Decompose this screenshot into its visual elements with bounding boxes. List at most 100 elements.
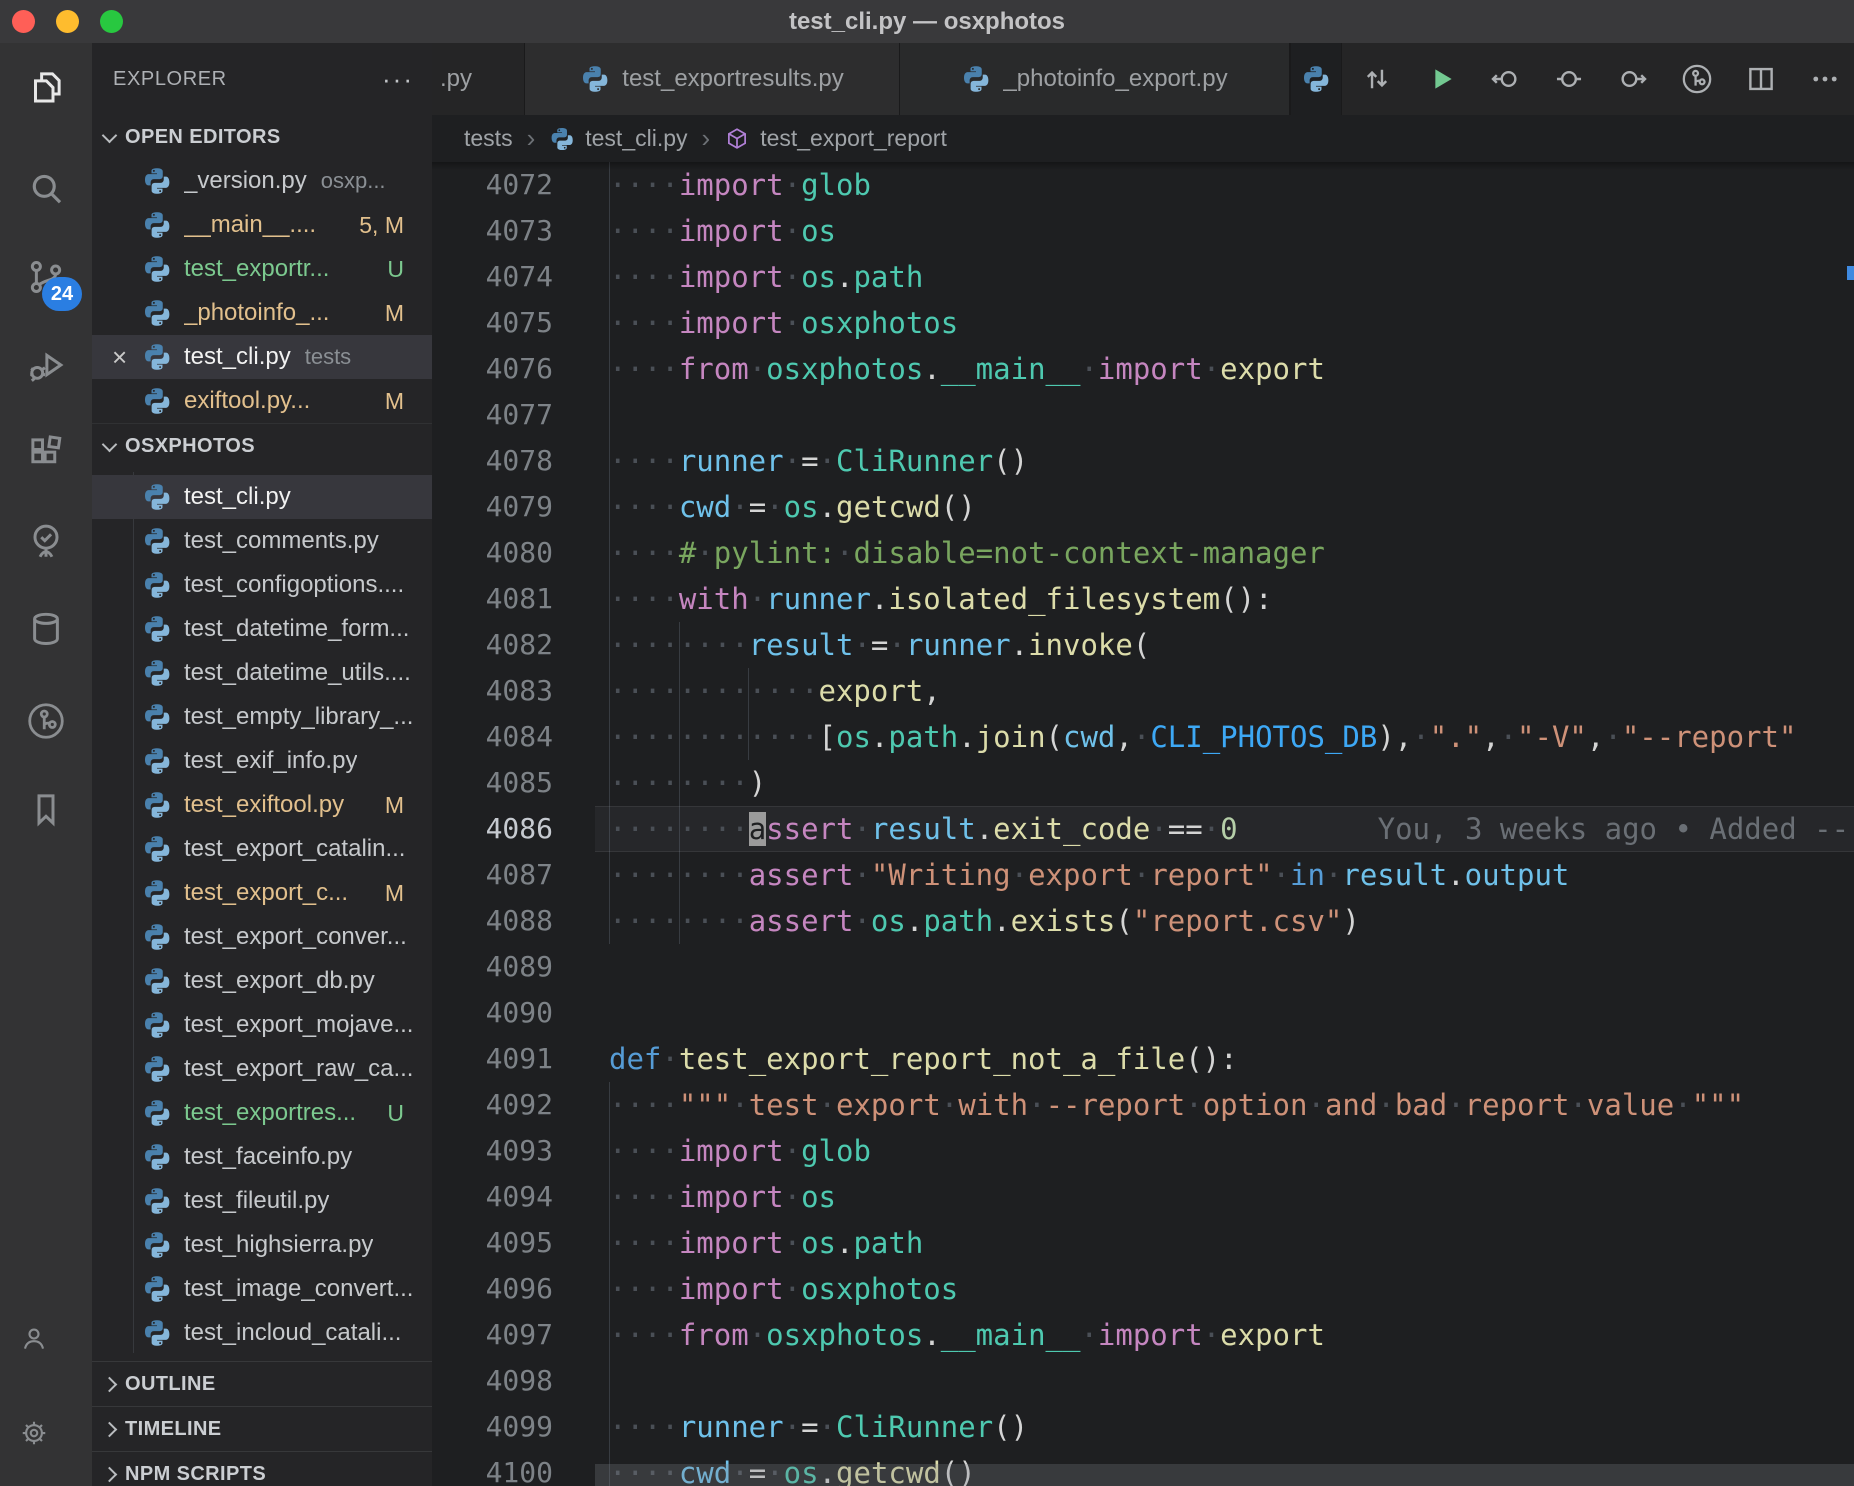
- code-line[interactable]: 4076····from·osxphotos.__main__·import·e…: [432, 346, 1854, 392]
- split-editor-icon[interactable]: [1744, 62, 1778, 96]
- code-line[interactable]: 4099····runner·=·CliRunner(): [432, 1404, 1854, 1450]
- line-number[interactable]: 4073: [432, 208, 553, 254]
- line-number[interactable]: 4099: [432, 1404, 553, 1450]
- tree-item[interactable]: test_exportres...U: [92, 1091, 432, 1135]
- tree-item[interactable]: test_export_c...M: [92, 871, 432, 915]
- code-line[interactable]: 4089: [432, 944, 1854, 990]
- line-number[interactable]: 4079: [432, 484, 553, 530]
- tree-item[interactable]: test_configoptions....: [92, 563, 432, 607]
- line-number[interactable]: 4089: [432, 944, 553, 990]
- breadcrumb-item[interactable]: test_cli.py: [549, 125, 687, 152]
- section-timeline[interactable]: TIMELINE: [92, 1406, 432, 1451]
- code-line[interactable]: 4091def·test_export_report_not_a_file():: [432, 1036, 1854, 1082]
- code-line[interactable]: 4085········): [432, 760, 1854, 806]
- tree-item[interactable]: test_export_db.py: [92, 959, 432, 1003]
- git-graph-icon[interactable]: [1680, 62, 1714, 96]
- tree-item[interactable]: test_exif_info.py: [92, 739, 432, 783]
- line-number[interactable]: 4100: [432, 1450, 553, 1486]
- activity-settings[interactable]: [0, 1403, 92, 1475]
- zoom-window-button[interactable]: [100, 10, 123, 33]
- line-number[interactable]: 4091: [432, 1036, 553, 1082]
- code-line[interactable]: 4082········result·=·runner.invoke(: [432, 622, 1854, 668]
- tree-item[interactable]: test_export_mojave...: [92, 1003, 432, 1047]
- sidebar-more-icon[interactable]: ···: [382, 74, 414, 84]
- nav-current-icon[interactable]: [1552, 62, 1586, 96]
- breadcrumb-item[interactable]: test_export_report: [724, 125, 947, 152]
- open-editor-item[interactable]: test_exportr...U: [92, 247, 432, 291]
- activity-run-debug[interactable]: [0, 329, 92, 401]
- line-number[interactable]: 4090: [432, 990, 553, 1036]
- tree-item[interactable]: test_fileutil.py: [92, 1179, 432, 1223]
- activity-search[interactable]: [0, 153, 92, 225]
- code-line[interactable]: 4084············[os.path.join(cwd,·CLI_P…: [432, 714, 1854, 760]
- line-number[interactable]: 4074: [432, 254, 553, 300]
- code-line[interactable]: 4086········assert·result.exit_code·==·0…: [432, 806, 1854, 852]
- activity-bookmarks[interactable]: [0, 773, 92, 845]
- tree-item[interactable]: test_incloud_catali...: [92, 1311, 432, 1355]
- tree-item[interactable]: test_cli.py: [92, 475, 432, 519]
- tab-test_exportresults.py[interactable]: test_exportresults.py: [525, 43, 900, 115]
- line-number[interactable]: 4076: [432, 346, 553, 392]
- tree-item[interactable]: test_faceinfo.py: [92, 1135, 432, 1179]
- activity-testing[interactable]: [0, 505, 92, 577]
- line-number[interactable]: 4081: [432, 576, 553, 622]
- code-line[interactable]: 4096····import·osxphotos: [432, 1266, 1854, 1312]
- line-number[interactable]: 4075: [432, 300, 553, 346]
- section-npm-scripts[interactable]: NPM SCRIPTS: [92, 1451, 432, 1486]
- line-number[interactable]: 4083: [432, 668, 553, 714]
- activity-explorer[interactable]: [0, 51, 92, 123]
- tree-item[interactable]: test_comments.py: [92, 519, 432, 563]
- line-number[interactable]: 4087: [432, 852, 553, 898]
- code-line[interactable]: 4075····import·osxphotos: [432, 300, 1854, 346]
- run-python-file-icon[interactable]: [1424, 62, 1458, 96]
- code-editor[interactable]: 4072····import·glob4073····import·os4074…: [432, 162, 1854, 1486]
- code-line[interactable]: 4073····import·os: [432, 208, 1854, 254]
- line-number[interactable]: 4092: [432, 1082, 553, 1128]
- open-editor-item[interactable]: _version.pyosxp...: [92, 159, 432, 203]
- activity-account[interactable]: [0, 1308, 92, 1380]
- line-number[interactable]: 4097: [432, 1312, 553, 1358]
- code-line[interactable]: 4077: [432, 392, 1854, 438]
- code-line[interactable]: 4081····with·runner.isolated_filesystem(…: [432, 576, 1854, 622]
- open-editors-header[interactable]: OPEN EDITORS: [92, 115, 432, 159]
- code-line[interactable]: 4078····runner·=·CliRunner(): [432, 438, 1854, 484]
- tab-_photoinfo_export.py[interactable]: _photoinfo_export.py: [900, 43, 1290, 115]
- tree-item[interactable]: test_export_raw_ca...: [92, 1047, 432, 1091]
- nav-forward-icon[interactable]: [1616, 62, 1650, 96]
- section-outline[interactable]: OUTLINE: [92, 1361, 432, 1406]
- code-line[interactable]: 4090: [432, 990, 1854, 1036]
- open-editor-item[interactable]: _photoinfo_...M: [92, 291, 432, 335]
- code-line[interactable]: 4093····import·glob: [432, 1128, 1854, 1174]
- code-line[interactable]: 4074····import·os.path: [432, 254, 1854, 300]
- line-number[interactable]: 4085: [432, 760, 553, 806]
- open-editor-item[interactable]: ×test_cli.pytests: [92, 335, 432, 379]
- line-number[interactable]: 4086: [432, 806, 553, 852]
- breadcrumb-item[interactable]: tests: [464, 125, 513, 152]
- more-actions-icon[interactable]: [1808, 62, 1842, 96]
- code-line[interactable]: 4092····"""·test·export·with·--report·op…: [432, 1082, 1854, 1128]
- tree-item[interactable]: test_datetime_utils....: [92, 651, 432, 695]
- code-line[interactable]: 4098: [432, 1358, 1854, 1404]
- line-number[interactable]: 4080: [432, 530, 553, 576]
- code-line[interactable]: 4080····#·pylint:·disable=not-context-ma…: [432, 530, 1854, 576]
- tree-item[interactable]: test_exiftool.pyM: [92, 783, 432, 827]
- open-editor-item[interactable]: __main__....5, M: [92, 203, 432, 247]
- line-number[interactable]: 4088: [432, 898, 553, 944]
- line-number[interactable]: 4098: [432, 1358, 553, 1404]
- tree-item[interactable]: test_export_conver...: [92, 915, 432, 959]
- minimize-window-button[interactable]: [56, 10, 79, 33]
- activity-extensions[interactable]: [0, 417, 92, 489]
- close-icon[interactable]: ×: [112, 344, 142, 370]
- tree-item[interactable]: test_export_catalin...: [92, 827, 432, 871]
- activity-gitlens[interactable]: [0, 685, 92, 757]
- project-section-header[interactable]: OSXPHOTOS: [92, 423, 432, 468]
- line-number[interactable]: 4077: [432, 392, 553, 438]
- activity-source-control[interactable]: 24: [0, 241, 92, 313]
- code-line[interactable]: 4097····from·osxphotos.__main__·import·e…: [432, 1312, 1854, 1358]
- line-number[interactable]: 4078: [432, 438, 553, 484]
- line-number[interactable]: 4084: [432, 714, 553, 760]
- line-number[interactable]: 4093: [432, 1128, 553, 1174]
- tab-active-partial[interactable]: [1290, 43, 1342, 115]
- tree-item[interactable]: test_highsierra.py: [92, 1223, 432, 1267]
- code-line[interactable]: 4079····cwd·=·os.getcwd(): [432, 484, 1854, 530]
